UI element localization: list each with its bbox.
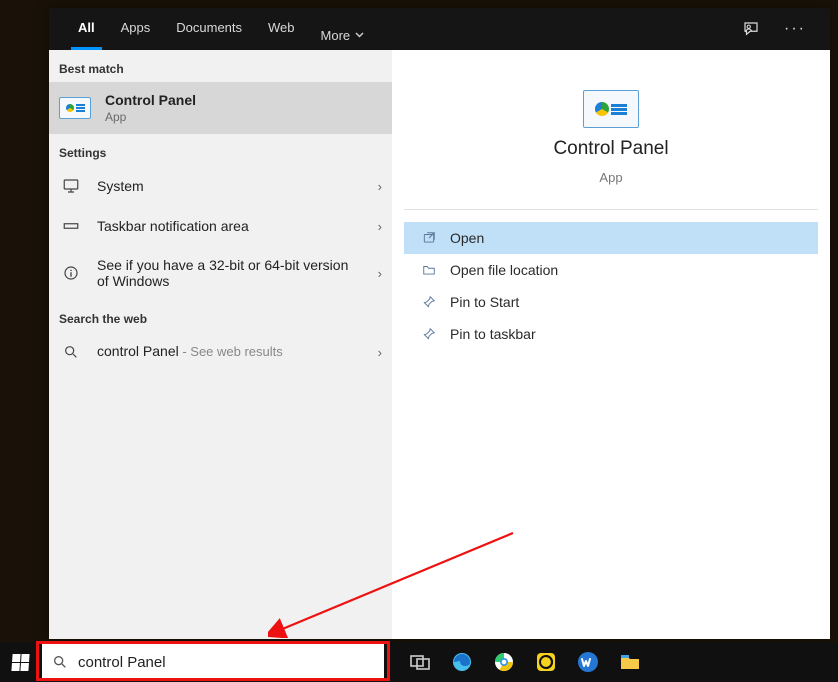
web-result-query: control Panel <box>97 343 179 359</box>
action-label: Pin to Start <box>450 294 519 310</box>
chevron-right-icon: › <box>378 219 382 234</box>
task-view-button[interactable] <box>400 642 440 682</box>
taskbar-icon <box>59 217 83 235</box>
section-search-web: Search the web <box>49 300 392 332</box>
pin-icon <box>422 295 436 309</box>
tab-documents[interactable]: Documents <box>163 8 255 50</box>
chevron-right-icon: › <box>378 345 382 360</box>
action-label: Open file location <box>450 262 558 278</box>
info-icon <box>59 264 83 282</box>
action-label: Pin to taskbar <box>450 326 536 342</box>
best-match-title: Control Panel <box>105 92 382 108</box>
tab-all[interactable]: All <box>65 8 108 50</box>
chevron-right-icon: › <box>378 266 382 281</box>
results-column: Best match Control Panel App Settings Sy… <box>49 50 392 639</box>
settings-item-32-64-bit[interactable]: See if you have a 32-bit or 64-bit versi… <box>49 246 392 300</box>
preview-title: Control Panel <box>553 138 668 160</box>
chrome-icon <box>492 650 516 674</box>
search-icon <box>59 344 83 360</box>
taskbar-app-potplayer[interactable] <box>526 642 566 682</box>
search-tabs: All Apps Documents Web More ··· <box>49 8 830 50</box>
tab-apps[interactable]: Apps <box>108 8 164 50</box>
control-panel-icon <box>583 90 639 128</box>
preview-actions: Open Open file location Pin to Start Pin… <box>404 220 818 350</box>
action-pin-to-start[interactable]: Pin to Start <box>404 286 818 318</box>
taskbar-app-explorer[interactable] <box>610 642 650 682</box>
taskbar <box>0 642 838 682</box>
windows-logo-icon <box>11 654 29 671</box>
result-best-control-panel[interactable]: Control Panel App <box>49 82 392 134</box>
search-input[interactable] <box>78 654 374 671</box>
control-panel-icon <box>59 97 91 119</box>
preview-column: Control Panel App Open Open file locatio… <box>392 50 830 639</box>
tab-more[interactable]: More <box>308 8 378 50</box>
open-icon <box>422 231 436 245</box>
taskbar-app-edge[interactable] <box>442 642 482 682</box>
taskbar-app-wps[interactable] <box>568 642 608 682</box>
wps-icon <box>576 650 600 674</box>
search-icon <box>52 654 68 670</box>
start-button[interactable] <box>0 642 40 682</box>
settings-item-label: See if you have a 32-bit or 64-bit versi… <box>97 257 364 289</box>
chevron-right-icon: › <box>378 179 382 194</box>
folder-icon <box>422 263 436 277</box>
task-view-icon <box>408 650 432 674</box>
web-result-control-panel[interactable]: control Panel - See web results › <box>49 332 392 372</box>
action-open[interactable]: Open <box>404 222 818 254</box>
potplayer-icon <box>534 650 558 674</box>
taskbar-search[interactable] <box>42 644 384 680</box>
action-pin-to-taskbar[interactable]: Pin to taskbar <box>404 318 818 350</box>
settings-item-label: System <box>97 178 364 194</box>
settings-item-label: Taskbar notification area <box>97 218 364 234</box>
edge-icon <box>450 650 474 674</box>
settings-item-taskbar-notification[interactable]: Taskbar notification area › <box>49 206 392 246</box>
action-label: Open <box>450 230 484 246</box>
preview-card: Control Panel App <box>404 62 818 210</box>
monitor-icon <box>59 177 83 195</box>
file-explorer-icon <box>618 650 642 674</box>
settings-item-system[interactable]: System › <box>49 166 392 206</box>
feedback-icon[interactable] <box>742 20 760 38</box>
preview-subtitle: App <box>599 170 622 185</box>
web-result-suffix: - See web results <box>179 344 283 359</box>
tab-web[interactable]: Web <box>255 8 308 50</box>
pin-icon <box>422 327 436 341</box>
chevron-down-icon <box>355 32 364 38</box>
best-match-subtitle: App <box>105 110 382 124</box>
tab-more-label: More <box>321 28 351 43</box>
more-options-icon[interactable]: ··· <box>784 21 806 37</box>
section-settings: Settings <box>49 134 392 166</box>
action-open-file-location[interactable]: Open file location <box>404 254 818 286</box>
section-best-match: Best match <box>49 50 392 82</box>
start-search-panel: All Apps Documents Web More ··· Best mat… <box>49 8 830 639</box>
taskbar-app-chrome[interactable] <box>484 642 524 682</box>
